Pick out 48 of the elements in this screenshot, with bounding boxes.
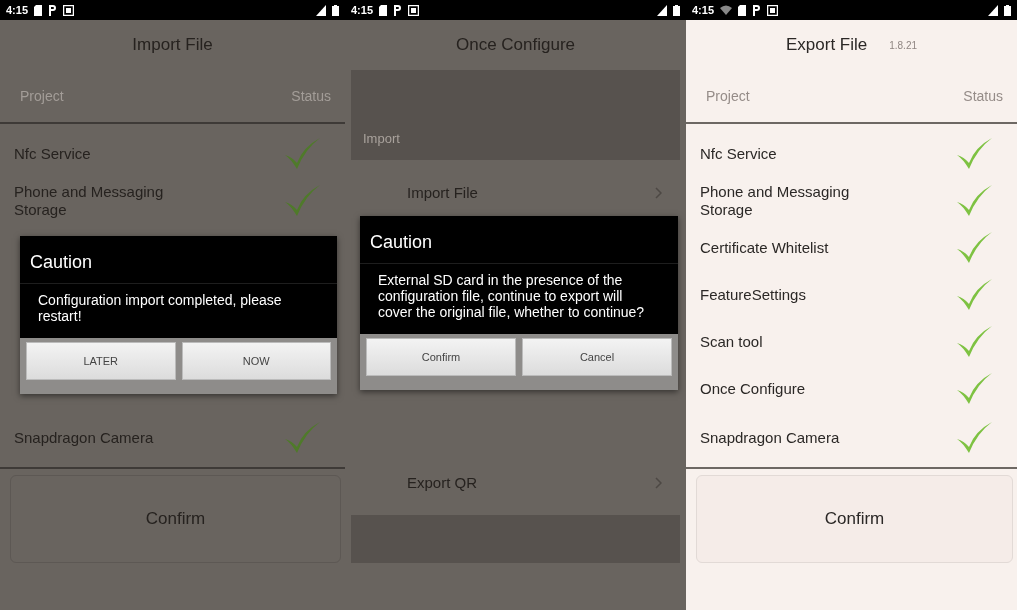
chevron-right-icon — [655, 476, 662, 489]
project-name: Snapdragon Camera — [14, 428, 154, 447]
dialog-button[interactable]: Confirm — [366, 338, 516, 377]
project-name: Nfc Service — [700, 144, 777, 163]
column-header: Project — [706, 88, 750, 104]
dialog-message: External SD card in the presence of the configuration file, continue to export will cover the original file, whether to continue? — [377, 271, 646, 323]
screenshot-icon — [63, 4, 75, 16]
column-header: Status — [963, 88, 1003, 104]
section-header: Import — [351, 70, 680, 160]
status-time: 4:15 — [6, 4, 29, 16]
no-sim-icon — [316, 4, 326, 16]
sd-card-icon — [738, 4, 747, 16]
sd-card-icon — [379, 4, 388, 16]
screen-title: Export File — [785, 35, 868, 55]
battery-icon — [673, 4, 680, 16]
column-header: Status — [291, 88, 331, 104]
dialog-title: Caution — [20, 236, 337, 284]
battery-icon — [1004, 4, 1011, 16]
parking-icon — [393, 4, 403, 16]
screenshot-icon — [767, 4, 779, 16]
project-name: Scan tool — [700, 332, 763, 351]
project-name: Certificate Whitelist — [700, 238, 829, 257]
project-name: Nfc Service — [14, 144, 91, 163]
battery-icon — [332, 4, 339, 16]
confirm-button[interactable]: Confirm — [696, 475, 1013, 563]
project-name: Phone and Messaging Storage — [700, 182, 851, 219]
version-label: 1.8.21 — [889, 39, 918, 51]
project-name: Snapdragon Camera — [700, 428, 840, 447]
status-time: 4:15 — [692, 4, 715, 16]
screenshot-icon — [408, 4, 420, 16]
screen-title: Once Configure — [455, 35, 576, 55]
status-time: 4:15 — [351, 4, 374, 16]
chevron-right-icon — [655, 186, 662, 199]
dialog-message: Configuration import completed, please restart! — [37, 291, 283, 327]
no-sim-icon — [657, 4, 667, 16]
screen-title: Import File — [132, 35, 213, 55]
project-name: Once Configure — [700, 379, 806, 398]
parking-icon — [752, 4, 762, 16]
dialog-button[interactable]: LATER — [26, 342, 176, 381]
dialog-title: Caution — [360, 216, 678, 264]
project-name: Phone and Messaging Storage — [14, 182, 165, 219]
column-header: Project — [20, 88, 64, 104]
parking-icon — [48, 4, 58, 16]
dialog-button[interactable]: Cancel — [522, 338, 672, 377]
dialog-button[interactable]: NOW — [181, 342, 331, 381]
project-name: FeatureSettings — [700, 285, 806, 304]
no-sim-icon — [988, 4, 998, 16]
sd-card-icon — [34, 4, 43, 16]
